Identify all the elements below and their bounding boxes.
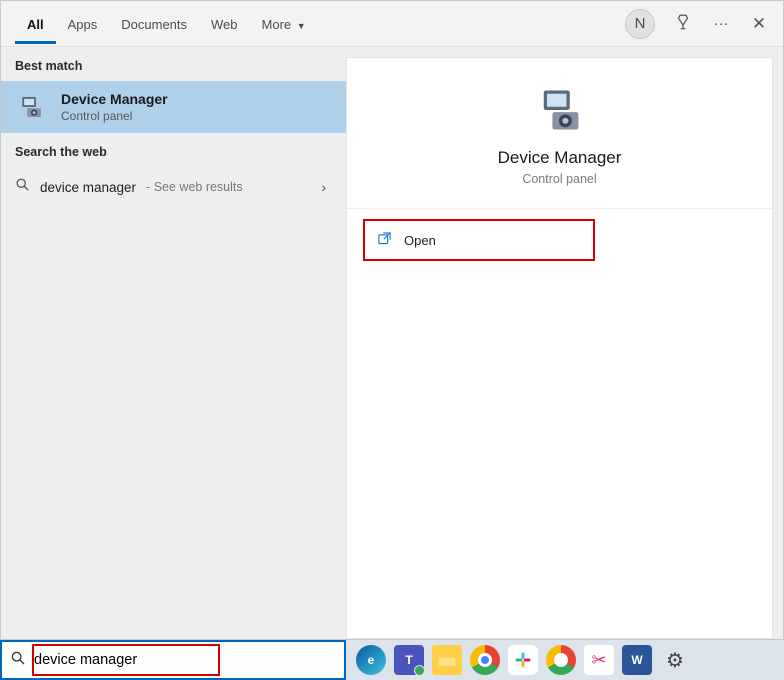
results-column: Best match Device Manager Control panel …	[1, 47, 346, 639]
device-manager-icon	[15, 91, 47, 123]
preview-actions: Open	[347, 209, 772, 271]
ellipsis-icon[interactable]: ···	[711, 15, 731, 32]
result-title: Device Manager	[61, 91, 168, 107]
file-explorer-icon[interactable]	[432, 645, 462, 675]
taskbar-tray: e T ✂ W ⚙	[346, 640, 700, 680]
preview-header: Device Manager Control panel	[347, 58, 772, 209]
tab-more-label: More	[262, 17, 292, 32]
search-icon	[2, 650, 34, 670]
web-query-text: device manager	[40, 180, 136, 195]
web-result-row[interactable]: device manager - See web results ›	[1, 167, 346, 207]
settings-icon[interactable]: ⚙	[660, 645, 690, 675]
top-right-controls: N ··· ✕	[625, 9, 769, 39]
preview-column: Device Manager Control panel Open	[346, 47, 783, 639]
chevron-down-icon: ▼	[297, 21, 306, 31]
preview-subtitle: Control panel	[347, 172, 772, 186]
web-hint-text: - See web results	[146, 180, 243, 194]
result-text: Device Manager Control panel	[61, 91, 168, 123]
result-device-manager[interactable]: Device Manager Control panel	[1, 81, 346, 133]
preview-title: Device Manager	[347, 148, 772, 168]
preview-card: Device Manager Control panel Open	[346, 57, 773, 639]
chrome-canary-icon[interactable]	[546, 645, 576, 675]
close-icon[interactable]: ✕	[749, 14, 769, 34]
result-subtitle: Control panel	[61, 109, 168, 123]
tab-all[interactable]: All	[15, 3, 56, 44]
avatar[interactable]: N	[625, 9, 655, 39]
tab-documents[interactable]: Documents	[109, 3, 199, 44]
taskbar: e T ✂ W ⚙	[0, 640, 784, 680]
chrome-icon[interactable]	[470, 645, 500, 675]
open-external-icon	[377, 231, 392, 249]
tab-web[interactable]: Web	[199, 3, 250, 44]
edge-icon[interactable]: e	[356, 645, 386, 675]
taskbar-search-box[interactable]	[0, 640, 346, 680]
section-best-match: Best match	[1, 47, 346, 81]
tab-more[interactable]: More ▼	[250, 3, 318, 44]
search-input[interactable]	[34, 642, 344, 678]
section-search-web: Search the web	[1, 133, 346, 167]
word-icon[interactable]: W	[622, 645, 652, 675]
tab-apps[interactable]: Apps	[56, 3, 110, 44]
open-button[interactable]: Open	[363, 219, 595, 261]
device-manager-large-icon	[534, 84, 586, 136]
snip-tool-icon[interactable]: ✂	[584, 645, 614, 675]
content-area: Best match Device Manager Control panel …	[1, 47, 783, 639]
slack-icon[interactable]	[508, 645, 538, 675]
windows-search-panel: All Apps Documents Web More ▼ N ··· ✕ Be…	[0, 0, 784, 640]
tabs-bar: All Apps Documents Web More ▼ N ··· ✕	[1, 1, 783, 47]
rewards-icon[interactable]	[673, 13, 693, 35]
search-icon	[15, 177, 30, 197]
chevron-right-icon: ›	[321, 179, 332, 195]
open-label: Open	[404, 233, 436, 248]
teams-icon[interactable]: T	[394, 645, 424, 675]
